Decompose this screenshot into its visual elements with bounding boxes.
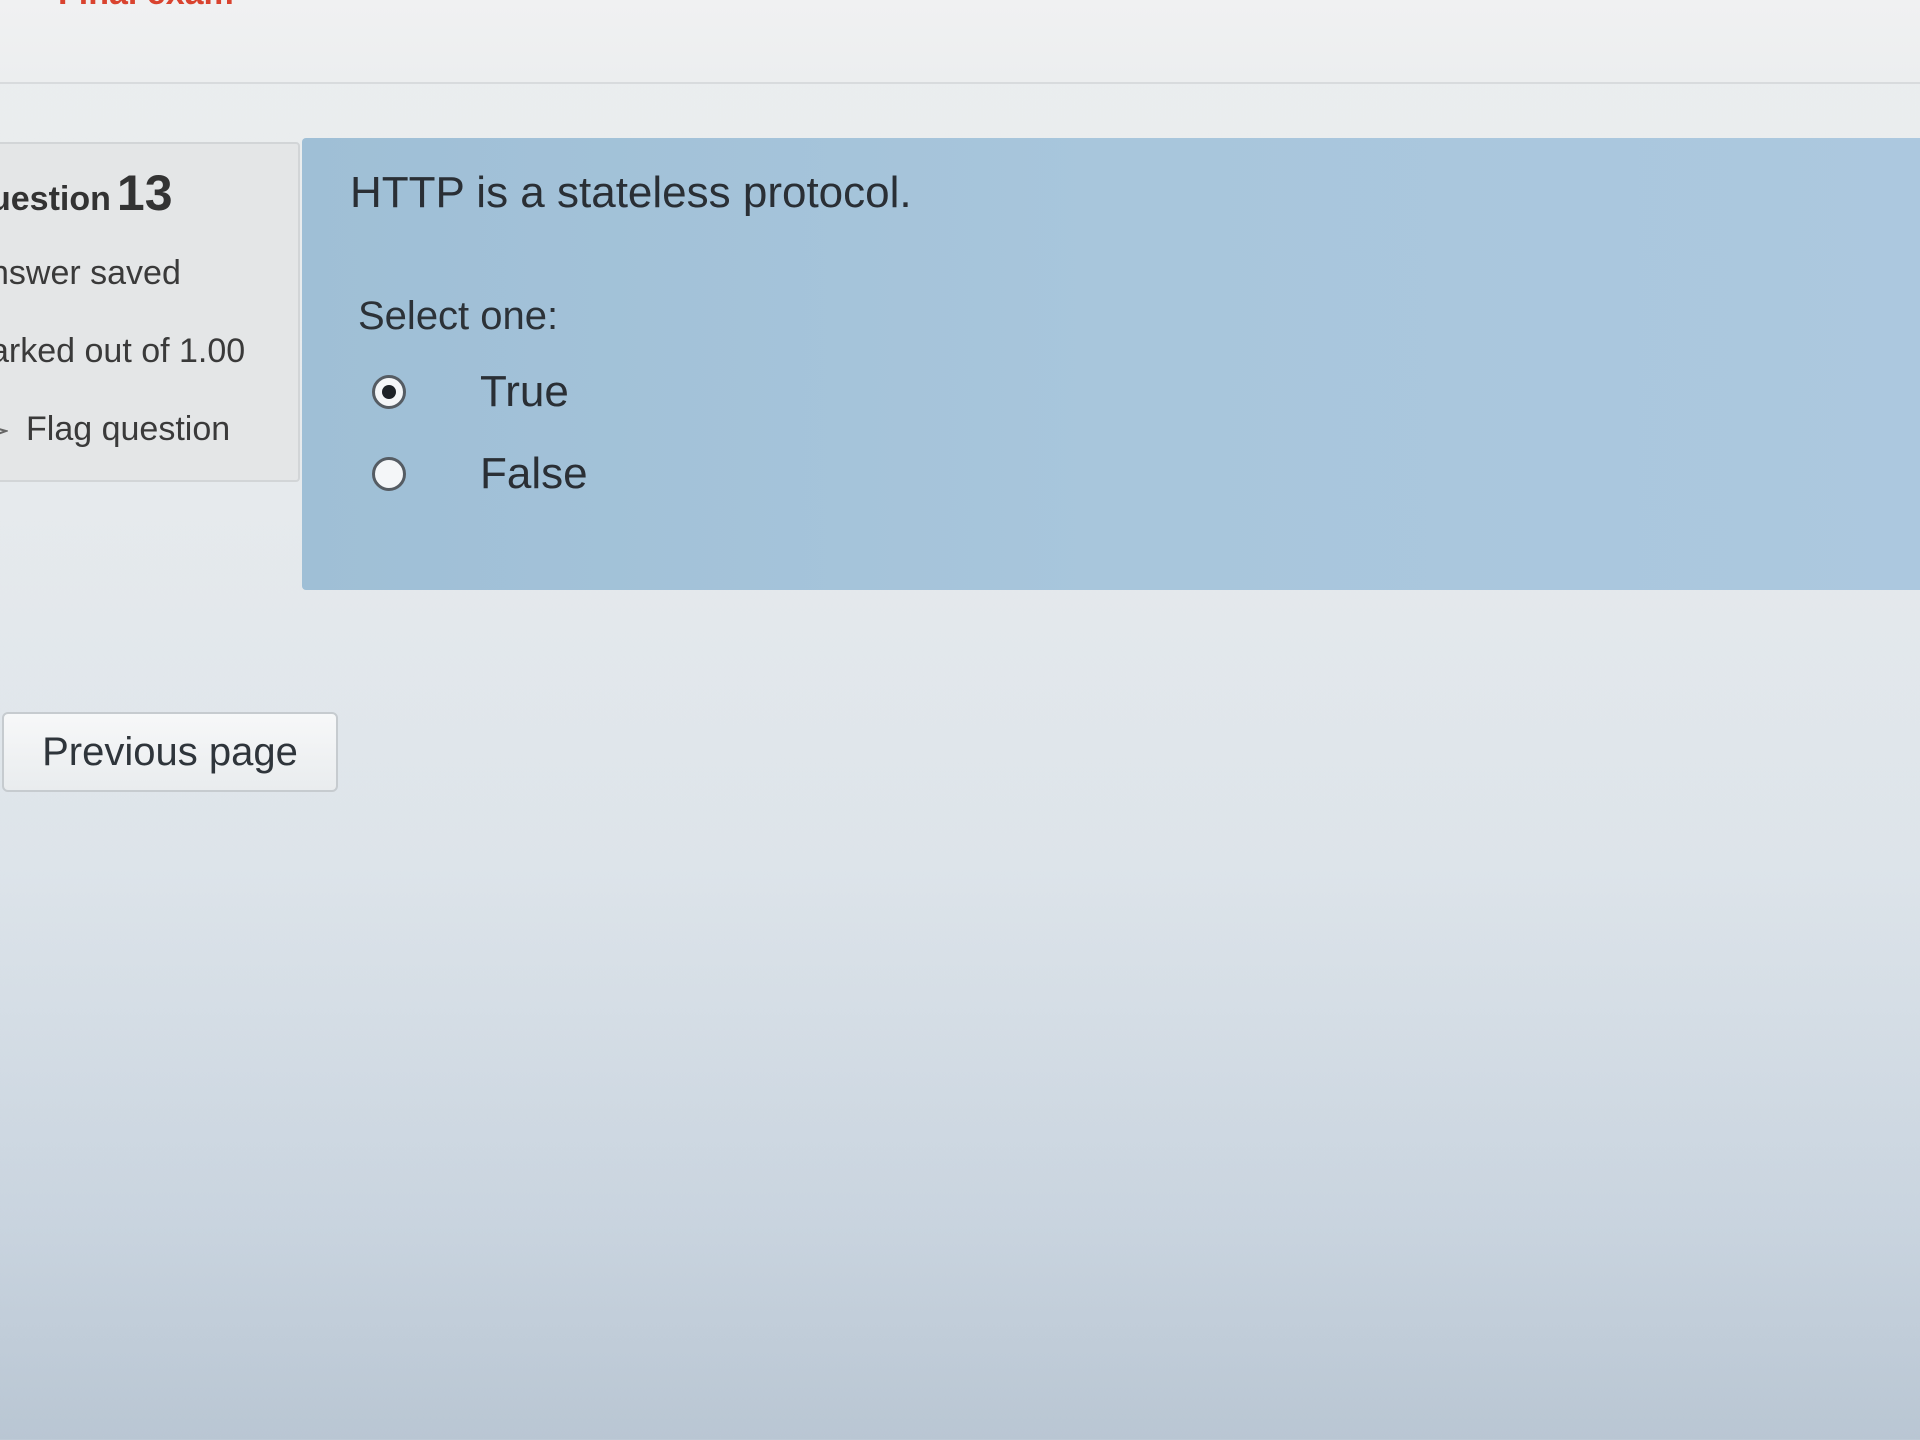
- radio-true[interactable]: [372, 375, 406, 409]
- flag-icon: [0, 419, 10, 443]
- page-header: Final exam: [0, 0, 1920, 84]
- question-number-value: 13: [116, 165, 173, 221]
- answer-prompt: Select one:: [358, 294, 559, 338]
- answer-option-true[interactable]: True: [372, 362, 569, 422]
- question-content: HTTP is a stateless protocol. Select one…: [302, 138, 1920, 590]
- flag-question-label: Flag question: [26, 410, 231, 448]
- question-text: HTTP is a stateless protocol.: [350, 168, 912, 217]
- answer-option-false[interactable]: False: [372, 444, 588, 504]
- question-grade: arked out of 1.00: [0, 332, 246, 370]
- page-title: Final exam: [58, 0, 234, 13]
- flag-question-link[interactable]: Flag question: [0, 410, 230, 449]
- radio-false[interactable]: [372, 457, 406, 491]
- answer-option-false-label[interactable]: False: [480, 449, 588, 499]
- previous-page-button[interactable]: Previous page: [2, 712, 338, 792]
- answer-option-true-label[interactable]: True: [480, 367, 569, 417]
- question-number: uestion 13: [0, 164, 173, 222]
- question-info-panel: uestion 13 nswer saved arked out of 1.00 …: [0, 142, 300, 482]
- question-number-label: uestion: [0, 180, 111, 218]
- question-state: nswer saved: [0, 254, 181, 292]
